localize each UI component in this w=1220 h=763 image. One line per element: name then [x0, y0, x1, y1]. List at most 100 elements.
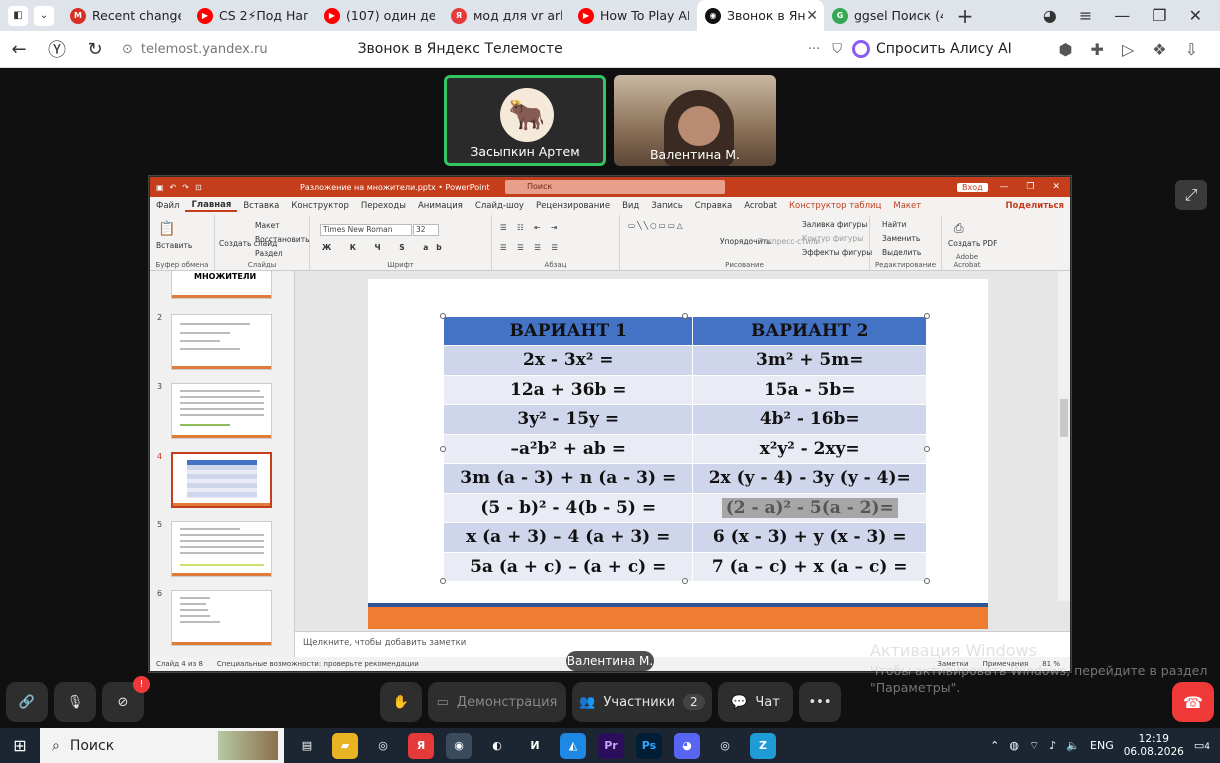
- shape-outline-button[interactable]: Контур фигуры: [802, 234, 863, 243]
- quick-access-icons[interactable]: ▣↶↷⊡: [156, 183, 208, 192]
- menu-item[interactable]: Файл: [150, 201, 185, 211]
- table-cell[interactable]: –a²b² + ab =: [442, 433, 694, 464]
- font-select[interactable]: Times New Roman: [320, 224, 412, 236]
- resize-handle[interactable]: [924, 313, 930, 319]
- collections-icon[interactable]: ❖: [1152, 40, 1166, 59]
- menu-item[interactable]: Переходы: [355, 201, 412, 211]
- menu-icon[interactable]: ≡: [1079, 6, 1092, 25]
- restore-icon[interactable]: ❐: [1152, 6, 1166, 25]
- restore-icon[interactable]: ❐: [1026, 182, 1034, 192]
- layout-button[interactable]: Макет: [255, 221, 280, 230]
- fullscreen-icon[interactable]: ⤢: [1175, 180, 1207, 210]
- resize-handle[interactable]: [924, 578, 930, 584]
- accessibility-status[interactable]: Специальные возможности: проверьте реком…: [217, 660, 419, 668]
- clock[interactable]: 12:19 06.08.2026: [1124, 733, 1184, 759]
- menu-item[interactable]: Рецензирование: [530, 201, 616, 211]
- close-tab-icon[interactable]: ✕: [806, 8, 818, 24]
- raise-hand-button[interactable]: ✋: [380, 682, 422, 722]
- app-icon[interactable]: ◭: [560, 732, 586, 759]
- browser-tab[interactable]: ▶ (107) один день г: [316, 0, 443, 31]
- back-icon[interactable]: ←: [0, 39, 38, 60]
- resize-handle[interactable]: [440, 446, 446, 452]
- browser-tab-active[interactable]: ◉ Звонок в Ян ✕: [697, 0, 824, 31]
- mic-icon[interactable]: ♪: [1049, 739, 1056, 752]
- table-cell[interactable]: 3y² - 15y =: [442, 404, 694, 435]
- menu-item[interactable]: Вид: [616, 201, 645, 211]
- yandex-home-icon[interactable]: Ⓨ: [38, 36, 76, 62]
- screen-share-button[interactable]: ▭ Демонстрация: [428, 682, 566, 722]
- menu-item[interactable]: Справка: [689, 201, 738, 211]
- slide-canvas[interactable]: ВАРИАНТ 1 ВАРИАНТ 2 2x - 3x² = 3m² + 5m= …: [368, 279, 988, 629]
- shape-fill-button[interactable]: Заливка фигуры: [802, 220, 867, 229]
- app-icon[interactable]: И: [522, 733, 548, 759]
- url-field[interactable]: ⊙ telemost.yandex.ru Звонок в Яндекс Тел…: [122, 35, 842, 63]
- list-buttons[interactable]: ☰ ☷ ⇤ ⇥: [500, 223, 561, 232]
- new-tab-button[interactable]: +: [951, 2, 979, 30]
- ppt-login-button[interactable]: Вход: [957, 182, 988, 192]
- table-cell[interactable]: 15a - 5b=: [692, 374, 927, 405]
- browser-tab[interactable]: M Recent changes to: [62, 0, 189, 31]
- minimize-icon[interactable]: —: [1114, 6, 1130, 25]
- table-cell[interactable]: x (a + 3) – 4 (a + 3) =: [442, 522, 694, 553]
- profile-icon[interactable]: ◕: [1043, 6, 1057, 25]
- font-size-select[interactable]: 32: [413, 224, 439, 236]
- discord-icon[interactable]: ◕: [674, 732, 700, 759]
- shape-effects-button[interactable]: Эффекты фигуры: [802, 248, 872, 257]
- slide-thumbnail-selected[interactable]: [171, 452, 272, 508]
- slide-thumbnail[interactable]: [171, 383, 272, 439]
- more-icon[interactable]: ···: [808, 42, 820, 57]
- table-cell[interactable]: (5 - b)² - 4(b - 5) =: [442, 492, 694, 523]
- notifications-icon[interactable]: ▭4: [1194, 739, 1210, 752]
- camera-button[interactable]: ⊘!: [102, 676, 150, 722]
- explorer-icon[interactable]: ▰: [332, 732, 358, 759]
- windows-start-icon[interactable]: ⊞: [0, 736, 40, 755]
- menu-item[interactable]: Конструктор: [285, 201, 355, 211]
- align-buttons[interactable]: ☰ ☰ ☰ ☰: [500, 243, 562, 252]
- shapes-gallery[interactable]: ▭╲╲○▭▭△: [628, 221, 685, 230]
- table-cell[interactable]: 6 (x - 3) + y (x - 3) =: [692, 522, 927, 553]
- slide-thumbnail[interactable]: МНОЖИТЕЛИ: [171, 271, 272, 299]
- create-pdf-button[interactable]: Создать PDF: [948, 239, 997, 248]
- photoshop-icon[interactable]: Ps: [636, 732, 662, 759]
- download-icon[interactable]: ⇩: [1185, 40, 1198, 59]
- select-button[interactable]: Выделить: [882, 248, 921, 257]
- slide-thumbnail[interactable]: [171, 590, 272, 646]
- participants-button[interactable]: 👥 Участники 2: [572, 682, 712, 722]
- resize-handle[interactable]: [440, 313, 446, 319]
- link-button[interactable]: 🔗: [6, 682, 48, 722]
- replace-button[interactable]: Заменить: [882, 234, 920, 243]
- menu-item[interactable]: Вставка: [237, 201, 285, 211]
- puzzle-icon[interactable]: ✚: [1091, 40, 1104, 59]
- ppt-search[interactable]: Поиск: [505, 180, 725, 194]
- participant-tile[interactable]: Валентина М.: [614, 75, 776, 166]
- close-icon[interactable]: ✕: [1189, 6, 1202, 25]
- chevron-up-icon[interactable]: ⌃: [990, 739, 999, 752]
- wifi-icon[interactable]: ⌔: [1029, 739, 1039, 753]
- more-button[interactable]: •••: [799, 682, 841, 722]
- resize-handle[interactable]: [924, 446, 930, 452]
- resize-handle[interactable]: [682, 578, 688, 584]
- browser-tab[interactable]: Ямод для vr ark –: [443, 0, 570, 31]
- format-buttons[interactable]: Ж К Ч S ab: [322, 243, 450, 252]
- table-cell[interactable]: 2x - 3x² =: [442, 345, 694, 376]
- participant-tile[interactable]: 🐂 Засыпкин Артем: [444, 75, 606, 166]
- extension-icon[interactable]: ⬢: [1059, 40, 1073, 59]
- menu-item[interactable]: Конструктор таблиц: [783, 201, 887, 211]
- steam-icon[interactable]: ◎: [370, 733, 396, 759]
- menu-item[interactable]: Запись: [645, 201, 688, 211]
- menu-item[interactable]: Слайд-шоу: [469, 201, 530, 211]
- menu-item[interactable]: Главная: [185, 200, 238, 212]
- browser-tab[interactable]: Gggsel Поиск (4): [824, 0, 951, 31]
- slide-thumbnail[interactable]: [171, 521, 272, 577]
- steam-icon[interactable]: ◎: [712, 733, 738, 759]
- table-cell[interactable]: 4b² - 16b=: [692, 404, 927, 435]
- menu-item[interactable]: Acrobat: [738, 201, 783, 211]
- find-button[interactable]: Найти: [882, 220, 906, 229]
- media-icon[interactable]: ▷: [1122, 40, 1134, 59]
- table-cell[interactable]: 5a (a + c) – (a + c) =: [442, 551, 694, 582]
- table-cell[interactable]: x²y² - 2xy=: [692, 433, 927, 464]
- volume-icon[interactable]: 🔈: [1066, 739, 1080, 752]
- alice-button[interactable]: Спросить Алису AI: [852, 40, 1012, 58]
- yandex-icon[interactable]: Я: [408, 732, 434, 759]
- end-call-button[interactable]: ☎: [1172, 682, 1214, 722]
